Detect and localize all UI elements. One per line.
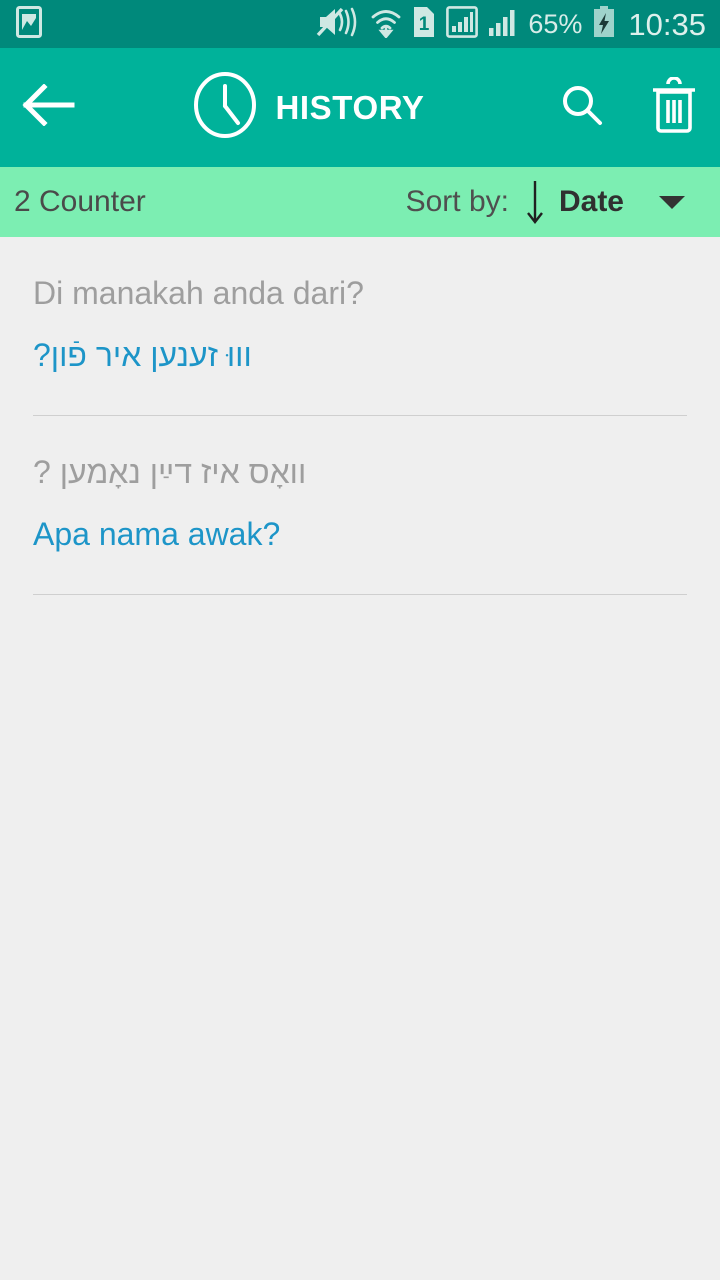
item-spacer-bottom	[0, 566, 720, 594]
item-spacer-top	[0, 237, 720, 263]
app-bar-title-group: HISTORY	[82, 71, 536, 144]
history-source-row: Di manakah anda dari?	[0, 263, 720, 325]
vibrate-mute-icon	[316, 6, 360, 43]
delete-history-button[interactable]	[628, 48, 720, 167]
sort-control[interactable]: Sort by: Date	[406, 177, 720, 227]
history-source-text: Di manakah anda dari?	[33, 275, 364, 312]
history-counter-label: 2 Counter	[14, 185, 146, 218]
trash-icon	[650, 76, 698, 138]
arrow-left-icon	[20, 83, 76, 131]
status-bar: 1 65% 10:35	[0, 0, 720, 48]
history-source-row: וואָס איז דײַן נאָמען ?	[0, 442, 720, 504]
svg-text:1: 1	[419, 14, 430, 35]
wifi-icon	[370, 6, 402, 43]
status-bar-right-icons: 1 65% 10:35	[316, 5, 706, 43]
signal-sim1-icon	[446, 5, 479, 43]
battery-percent-label: 65%	[528, 8, 583, 39]
item-spacer-bottom	[0, 387, 720, 415]
history-target-row: Apa nama awak?	[0, 504, 720, 566]
history-target-row: וווּ זענען איר פֿון?	[0, 325, 720, 387]
search-icon	[559, 82, 605, 133]
search-button[interactable]	[536, 48, 628, 167]
sort-value-label: Date	[558, 185, 624, 218]
sort-by-label: Sort by:	[405, 185, 509, 218]
history-source-text: וואָס איז דײַן נאָמען ?	[33, 454, 307, 491]
list-item[interactable]: וואָס איז דײַן נאָמען ? Apa nama awak?	[0, 416, 720, 595]
sim-card-1-icon: 1	[412, 6, 436, 43]
status-bar-clock: 10:35	[628, 6, 706, 42]
page-title: HISTORY	[275, 88, 425, 126]
clock-icon	[193, 71, 257, 144]
chevron-down-icon[interactable]	[624, 192, 720, 212]
item-spacer-top	[0, 416, 720, 442]
phone-screen: 1 65% 10:35 HISTORY 2 Counter Sort by: D…	[0, 0, 720, 1280]
arrow-down-icon[interactable]	[523, 177, 547, 227]
sort-bar: 2 Counter Sort by: Date	[0, 167, 720, 237]
history-target-text: וווּ זענען איר פֿון?	[33, 337, 252, 374]
history-target-text: Apa nama awak?	[33, 516, 281, 553]
signal-sim2-icon	[488, 6, 518, 43]
photo-image-icon	[16, 5, 42, 43]
battery-charging-icon	[592, 5, 616, 43]
history-list[interactable]: Di manakah anda dari? וווּ זענען איר פֿו…	[0, 237, 720, 1280]
list-divider	[33, 594, 687, 595]
status-bar-left-icons	[16, 5, 42, 43]
app-bar: HISTORY	[0, 48, 720, 167]
list-item[interactable]: Di manakah anda dari? וווּ זענען איר פֿו…	[0, 237, 720, 416]
